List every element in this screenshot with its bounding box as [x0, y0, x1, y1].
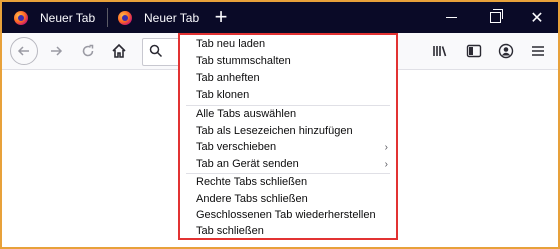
- home-button[interactable]: [105, 37, 133, 65]
- forward-button[interactable]: [42, 37, 70, 65]
- firefox-icon: [14, 10, 28, 25]
- close-window-button[interactable]: ✕: [518, 2, 556, 33]
- sidebar-icon: [466, 44, 482, 58]
- menu-item-select-all-tabs[interactable]: Alle Tabs auswählen: [180, 106, 396, 123]
- app-menu-button[interactable]: [524, 37, 552, 65]
- submenu-arrow-icon: ›: [384, 159, 388, 170]
- account-button[interactable]: [492, 37, 520, 65]
- menu-item-label: Tab an Gerät senden: [196, 158, 299, 170]
- menu-item-move-tab[interactable]: Tab verschieben ›: [180, 139, 396, 156]
- back-arrow-icon: [17, 46, 29, 56]
- menu-item-restore-closed-tab[interactable]: Geschlossenen Tab wiederherstellen: [180, 207, 396, 224]
- submenu-arrow-icon: ›: [384, 142, 388, 153]
- minimize-button[interactable]: [432, 2, 470, 33]
- account-icon: [498, 43, 514, 59]
- menu-item-close-other-tabs[interactable]: Andere Tabs schließen: [180, 191, 396, 208]
- forward-arrow-icon: [51, 46, 63, 56]
- reload-icon: [82, 44, 94, 57]
- back-button[interactable]: [10, 37, 38, 65]
- tab-2[interactable]: Neuer Tab: [118, 2, 199, 33]
- tab-2-label: Neuer Tab: [144, 10, 200, 25]
- tab-separator: [107, 8, 108, 27]
- menu-item-close-tab[interactable]: Tab schließen: [180, 224, 396, 239]
- menu-item-label: Tab als Lesezeichen hinzufügen: [196, 125, 353, 137]
- hamburger-menu-icon: [532, 46, 544, 56]
- library-button[interactable]: [426, 37, 454, 65]
- tab-strip: Neuer Tab Neuer Tab + ✕: [2, 2, 558, 33]
- new-tab-button[interactable]: +: [210, 6, 232, 28]
- menu-item-label: Andere Tabs schließen: [196, 193, 308, 205]
- menu-item-close-tabs-right[interactable]: Rechte Tabs schließen: [180, 174, 396, 191]
- tab-context-menu: Tab neu laden Tab stummschalten Tab anhe…: [178, 33, 398, 240]
- search-icon: [149, 44, 163, 58]
- plus-icon: +: [214, 4, 228, 29]
- menu-item-label: Tab neu laden: [196, 38, 266, 50]
- menu-item-send-tab-to-device[interactable]: Tab an Gerät senden ›: [180, 156, 396, 173]
- menu-item-duplicate-tab[interactable]: Tab klonen: [180, 87, 396, 104]
- minimize-icon: [445, 17, 457, 18]
- menu-item-label: Tab anheften: [196, 72, 260, 84]
- menu-item-reload-tab[interactable]: Tab neu laden: [180, 36, 396, 53]
- tab-1-label: Neuer Tab: [40, 10, 96, 25]
- menu-item-pin-tab[interactable]: Tab anheften: [180, 70, 396, 87]
- menu-item-label: Tab schließen: [196, 225, 264, 237]
- menu-item-label: Tab klonen: [196, 89, 250, 101]
- menu-item-bookmark-tab[interactable]: Tab als Lesezeichen hinzufügen: [180, 123, 396, 140]
- firefox-icon: [118, 10, 132, 25]
- close-icon: ✕: [530, 9, 544, 27]
- menu-item-label: Alle Tabs auswählen: [196, 108, 297, 120]
- menu-item-label: Rechte Tabs schließen: [196, 176, 308, 188]
- home-icon: [112, 43, 126, 58]
- sidebar-button[interactable]: [460, 37, 488, 65]
- menu-item-mute-tab[interactable]: Tab stummschalten: [180, 53, 396, 70]
- restore-button[interactable]: [476, 2, 514, 33]
- library-icon: [433, 46, 447, 57]
- tab-1[interactable]: Neuer Tab: [14, 2, 95, 33]
- reload-button[interactable]: [74, 37, 102, 65]
- menu-item-label: Tab stummschalten: [196, 55, 291, 67]
- restore-icon: [489, 9, 503, 23]
- menu-item-label: Tab verschieben: [196, 141, 277, 153]
- menu-item-label: Geschlossenen Tab wiederherstellen: [196, 209, 376, 221]
